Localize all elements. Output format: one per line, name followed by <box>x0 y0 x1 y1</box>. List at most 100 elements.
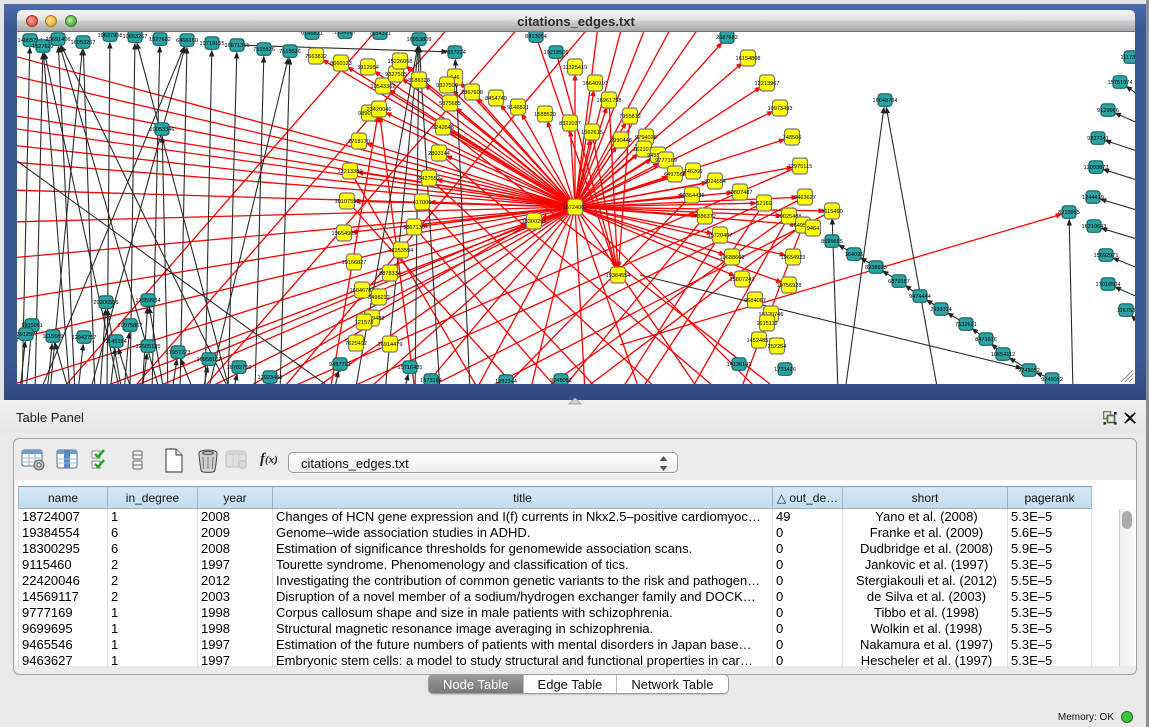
svg-text:15716485: 15716485 <box>398 365 423 371</box>
svg-text:19654905: 19654905 <box>332 231 357 237</box>
svg-text:6879197: 6879197 <box>888 279 910 285</box>
svg-text:8813054: 8813054 <box>525 34 547 40</box>
svg-text:8427552: 8427552 <box>418 176 440 182</box>
svg-text:116753: 116753 <box>1117 308 1135 314</box>
svg-text:15751074: 15751074 <box>1108 80 1133 86</box>
svg-text:2718170: 2718170 <box>348 139 370 145</box>
svg-text:12975115: 12975115 <box>788 164 812 170</box>
svg-text:9129966: 9129966 <box>1097 108 1119 114</box>
svg-text:23420046: 23420046 <box>367 107 392 113</box>
svg-text:3912954: 3912954 <box>357 65 379 71</box>
svg-text:9464: 9464 <box>807 226 819 232</box>
svg-text:20053346: 20053346 <box>150 127 175 133</box>
svg-text:10719155: 10719155 <box>200 41 225 47</box>
svg-text:20206556: 20206556 <box>94 300 119 306</box>
svg-text:7632621: 7632621 <box>955 322 977 328</box>
svg-text:748506: 748506 <box>783 135 802 141</box>
svg-text:11325419: 11325419 <box>563 65 587 71</box>
svg-text:19637958: 19637958 <box>98 33 123 39</box>
svg-text:12213389: 12213389 <box>338 169 363 175</box>
svg-text:8186328: 8186328 <box>408 78 430 84</box>
svg-text:12942757: 12942757 <box>72 335 97 341</box>
svg-text:9242848: 9242848 <box>432 125 454 131</box>
svg-text:19654923: 19654923 <box>781 255 806 261</box>
svg-text:6466160: 6466160 <box>176 38 198 44</box>
svg-text:10807487: 10807487 <box>728 190 753 196</box>
svg-text:18300295: 18300295 <box>522 219 547 225</box>
svg-text:16961758: 16961758 <box>597 98 622 104</box>
svg-text:3024554: 3024554 <box>704 179 726 185</box>
svg-text:252254: 252254 <box>768 344 787 350</box>
svg-text:10107552: 10107552 <box>335 199 360 205</box>
svg-text:18724007: 18724007 <box>563 205 588 211</box>
svg-text:19384554: 19384554 <box>606 273 631 279</box>
svg-text:19166827: 19166827 <box>342 260 367 266</box>
svg-text:9327505: 9327505 <box>385 72 407 78</box>
svg-text:8660123: 8660123 <box>330 61 352 67</box>
svg-text:16671355: 16671355 <box>225 43 250 49</box>
svg-text:20364436: 20364436 <box>680 193 705 199</box>
svg-text:1562615: 1562615 <box>581 130 603 136</box>
svg-text:8878334: 8878334 <box>379 271 401 277</box>
svg-text:12213967: 12213967 <box>755 81 780 87</box>
svg-text:7386372: 7386372 <box>694 214 716 220</box>
svg-text:15226058: 15226058 <box>388 59 413 65</box>
svg-text:121573: 121573 <box>355 320 374 326</box>
svg-text:8699695: 8699695 <box>821 239 843 245</box>
svg-text:9684067: 9684067 <box>744 298 766 304</box>
svg-text:19756928: 19756928 <box>777 283 802 289</box>
svg-text:20975867: 20975867 <box>118 323 143 329</box>
svg-text:7515526: 7515526 <box>253 47 275 53</box>
svg-text:6497568: 6497568 <box>664 172 686 178</box>
svg-text:62160: 62160 <box>756 201 772 207</box>
svg-text:2933114: 2933114 <box>930 307 951 313</box>
svg-text:9115460: 9115460 <box>821 209 842 215</box>
svg-text:746266: 746266 <box>684 169 703 175</box>
svg-text:14136141: 14136141 <box>727 362 752 368</box>
svg-text:8471676: 8471676 <box>975 337 997 343</box>
svg-text:9146821: 9146821 <box>507 105 529 111</box>
svg-text:15692971: 15692971 <box>1094 253 1119 259</box>
svg-text:15720407: 15720407 <box>708 233 733 239</box>
svg-text:1292344: 1292344 <box>495 379 517 384</box>
svg-text:7654321: 7654321 <box>369 32 391 37</box>
svg-text:1115689: 1115689 <box>43 334 64 340</box>
svg-text:17016504: 17016504 <box>1096 282 1121 288</box>
svg-text:16154808: 16154808 <box>736 56 761 62</box>
svg-text:16053809: 16053809 <box>407 37 432 43</box>
svg-text:3867130: 3867130 <box>403 225 425 231</box>
svg-text:9245052: 9245052 <box>1041 377 1063 383</box>
svg-text:11353594: 11353594 <box>389 248 413 254</box>
svg-text:19218506: 19218506 <box>544 50 569 56</box>
svg-text:12093873: 12093873 <box>1084 165 1109 171</box>
svg-text:1615112: 1615112 <box>756 321 777 327</box>
svg-text:9794028: 9794028 <box>635 135 657 141</box>
svg-text:9474444: 9474444 <box>909 294 931 300</box>
svg-text:12505135: 12505135 <box>136 344 161 350</box>
svg-text:7515526: 7515526 <box>279 49 301 55</box>
svg-text:391257: 391257 <box>17 332 35 338</box>
svg-text:3498222: 3498222 <box>368 295 390 301</box>
svg-text:1573164: 1573164 <box>420 378 442 384</box>
svg-text:8215955: 8215955 <box>1058 210 1080 216</box>
svg-text:1527602: 1527602 <box>149 37 171 43</box>
svg-text:7357224: 7357224 <box>444 50 466 56</box>
svg-text:2867608: 2867608 <box>461 90 483 96</box>
svg-text:16648734: 16648734 <box>873 98 898 104</box>
svg-text:1527602: 1527602 <box>32 44 54 50</box>
svg-text:5875685: 5875685 <box>439 101 461 107</box>
svg-text:8322037: 8322037 <box>559 121 581 127</box>
svg-text:10654112: 10654112 <box>991 352 1015 358</box>
svg-text:1244419: 1244419 <box>1082 195 1104 201</box>
svg-text:10958107: 10958107 <box>197 357 222 363</box>
svg-text:417006: 417006 <box>413 200 432 206</box>
svg-text:9227341: 9227341 <box>1087 136 1109 142</box>
svg-text:16053267: 16053267 <box>71 40 96 46</box>
svg-text:16782759: 16782759 <box>227 365 252 371</box>
svg-text:15807249: 15807249 <box>730 277 755 283</box>
svg-text:1588520: 1588520 <box>534 112 556 118</box>
svg-text:2087682: 2087682 <box>716 35 738 41</box>
svg-text:10653267: 10653267 <box>123 34 148 40</box>
svg-text:16046788: 16046788 <box>350 288 375 294</box>
svg-text:2803144: 2803144 <box>428 151 450 157</box>
